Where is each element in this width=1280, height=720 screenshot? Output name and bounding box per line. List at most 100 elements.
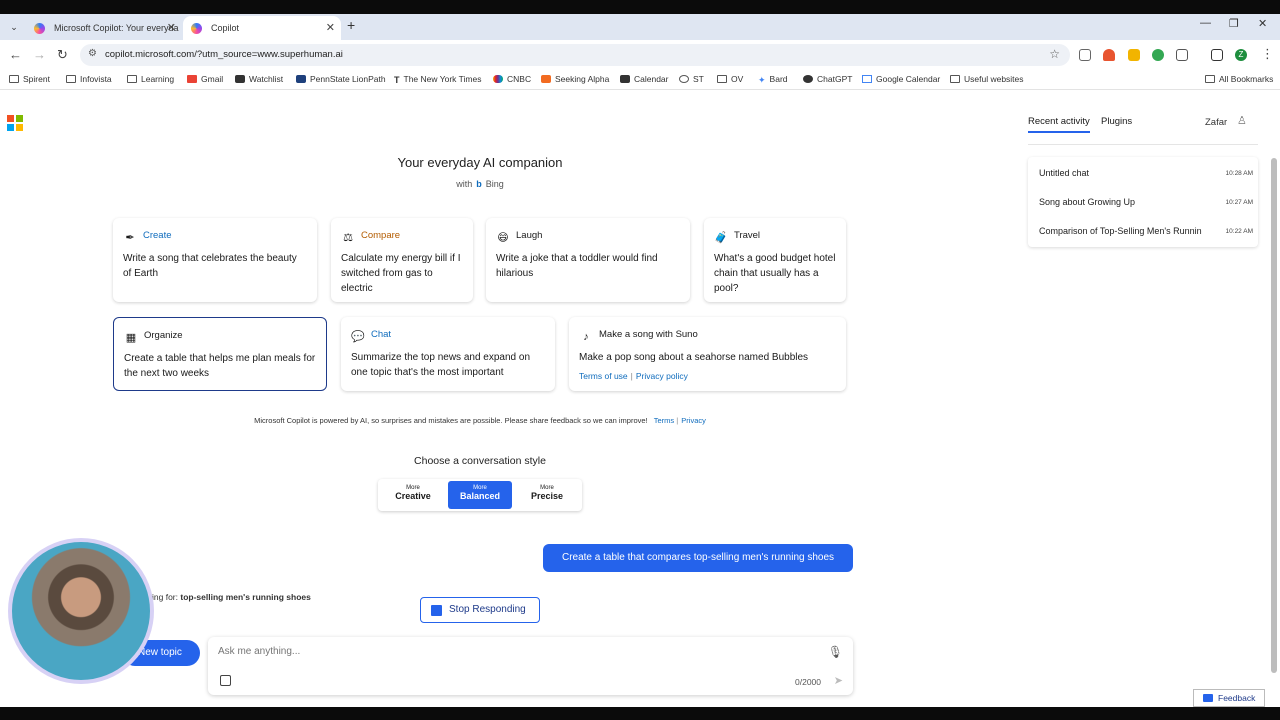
search-status: ing for: top-selling men's running shoes (152, 592, 311, 602)
privacy-policy-link[interactable]: Privacy policy (636, 371, 688, 381)
suggestion-card-laugh[interactable]: 😄 Laugh Write a joke that a toddler would… (486, 218, 690, 302)
watchlist-icon (235, 75, 245, 83)
suggestion-card-travel[interactable]: 🧳 Travel What's a good budget hotel chain… (704, 218, 846, 302)
scale-icon: ⚖ (343, 232, 353, 244)
minimize-icon[interactable]: — (1200, 17, 1211, 29)
profile-avatar[interactable]: Z (1235, 49, 1247, 61)
card-text: Calculate my energy bill if I switched f… (341, 253, 461, 294)
extension-green-icon[interactable] (1152, 49, 1164, 61)
calendar-icon (620, 75, 630, 83)
bookmark-spirent[interactable]: Spirent (9, 74, 50, 84)
style-creative-button[interactable]: More Creative (381, 481, 445, 509)
folder-icon (9, 75, 19, 83)
google-calendar-icon (862, 75, 872, 83)
bookmark-gmail[interactable]: Gmail (187, 74, 223, 84)
bookmark-google-calendar[interactable]: Google Calendar (862, 74, 940, 84)
tab-close-icon[interactable]: ✕ (167, 16, 176, 40)
bookmark-ov[interactable]: OV (717, 74, 743, 84)
tab-copilot[interactable]: Copilot ✕ (183, 16, 341, 40)
side-panel-icon[interactable] (1211, 49, 1223, 61)
forward-arrow-icon[interactable]: → (33, 47, 46, 62)
bookmark-cnbc[interactable]: CNBC (493, 74, 531, 84)
bookmark-seeking-alpha[interactable]: Seeking Alpha (541, 74, 609, 84)
privacy-link[interactable]: Privacy (681, 416, 706, 425)
conversation-style-selector: More Creative More Balanced More Precise (378, 479, 582, 511)
webcam-overlay (8, 538, 154, 684)
user-name[interactable]: Zafar (1205, 117, 1227, 128)
organize-icon: ▦ (125, 332, 137, 344)
folder-icon (1205, 75, 1215, 83)
extension-folder-icon[interactable] (1128, 49, 1140, 61)
restore-icon[interactable]: ❐ (1229, 17, 1239, 30)
new-tab-plus-icon[interactable]: + (347, 17, 355, 33)
tab-title: Microsoft Copilot: Your everyda (54, 23, 179, 33)
microsoft-logo-icon[interactable] (7, 115, 23, 131)
tab-recent-activity[interactable]: Recent activity (1028, 116, 1090, 133)
bookmark-st[interactable]: ST (679, 74, 704, 84)
st-icon (679, 75, 689, 83)
back-arrow-icon[interactable]: ← (9, 47, 22, 62)
magic-wand-icon: ✒ (125, 232, 135, 244)
gmail-icon (187, 75, 197, 83)
ask-input[interactable] (218, 646, 798, 657)
bookmark-all-bookmarks[interactable]: All Bookmarks (1205, 74, 1273, 84)
bookmark-calendar[interactable]: Calendar (620, 74, 669, 84)
tab-strip: ⌄ Microsoft Copilot: Your everyda ✕ Copi… (0, 14, 1280, 40)
tab-search-icon[interactable]: ⌄ (6, 19, 22, 35)
microphone-icon[interactable]: 🎙 (828, 645, 843, 659)
card-category: Laugh (516, 230, 543, 241)
page-scrollbar[interactable] (1270, 98, 1278, 676)
style-precise-button[interactable]: More Precise (515, 481, 579, 509)
suggestion-card-organize[interactable]: ▦ Organize Create a table that helps me p… (113, 317, 327, 391)
window-close-icon[interactable]: ✕ (1258, 17, 1267, 30)
copilot-favicon-icon (34, 23, 45, 34)
tab-microsoft-copilot[interactable]: Microsoft Copilot: Your everyda ✕ (26, 16, 182, 40)
reload-icon[interactable]: ↻ (57, 47, 68, 63)
ai-disclaimer: Microsoft Copilot is powered by AI, so s… (254, 416, 706, 425)
suggestion-card-create[interactable]: ✒ Create Write a song that celebrates the… (113, 218, 317, 302)
folder-icon (950, 75, 960, 83)
bookmark-nytimes[interactable]: T The New York Times (394, 74, 481, 85)
hero-title: Your everyday AI companion (397, 155, 563, 170)
scrollbar-thumb[interactable] (1271, 158, 1277, 673)
bookmark-star-icon[interactable]: ☆ (1049, 47, 1060, 61)
card-category: Organize (144, 330, 183, 341)
card-category: Make a song with Suno (599, 329, 698, 340)
menu-kebab-icon[interactable]: ⋮ (1261, 46, 1274, 62)
bookmark-useful-websites[interactable]: Useful websites (950, 74, 1024, 84)
suggestion-card-chat[interactable]: 💬 Chat Summarize the top news and expand … (341, 317, 555, 391)
send-icon[interactable]: ➤ (834, 674, 843, 687)
bookmark-pennstate[interactable]: PennState LionPath (296, 74, 386, 84)
suggestion-card-suno[interactable]: ♪ Make a song with Suno Make a pop song a… (569, 317, 846, 391)
nytimes-icon: T (394, 75, 400, 85)
recent-item[interactable]: Song about Growing Up 10:27 AM (1039, 197, 1253, 213)
image-search-icon[interactable] (220, 675, 231, 686)
card-text: Write a song that celebrates the beauty … (123, 253, 297, 279)
grin-icon: 😄 (497, 232, 509, 244)
card-category: Chat (371, 329, 392, 340)
tab-plugins[interactable]: Plugins (1101, 116, 1132, 127)
terms-link[interactable]: Terms (654, 416, 674, 425)
recent-item[interactable]: Untitled chat 10:28 AM (1039, 168, 1253, 184)
bookmark-chatgpt[interactable]: ChatGPT (803, 74, 852, 84)
pennstate-icon (296, 75, 306, 83)
tab-close-icon[interactable]: ✕ (326, 16, 335, 40)
suggestion-card-compare[interactable]: ⚖ Compare Calculate my energy bill if I s… (331, 218, 473, 302)
person-icon[interactable]: ♙ (1237, 114, 1247, 127)
bookmark-infovista[interactable]: Infovista (66, 74, 112, 84)
recent-item[interactable]: Comparison of Top-Selling Men's Runnin 1… (1039, 226, 1253, 242)
bookmark-watchlist[interactable]: Watchlist (235, 74, 283, 84)
style-balanced-button[interactable]: More Balanced (448, 481, 512, 509)
extensions-puzzle-icon[interactable] (1176, 49, 1188, 61)
bookmark-bard[interactable]: ✦ Bard (758, 74, 788, 85)
card-text: Summarize the top news and expand on one… (351, 352, 530, 378)
feedback-button[interactable]: Feedback (1193, 689, 1265, 707)
extension-sync-icon[interactable] (1079, 49, 1091, 61)
site-info-icon[interactable]: ⚙ (88, 48, 97, 59)
bookmark-learning[interactable]: Learning (127, 74, 174, 84)
url-field[interactable]: ⚙ copilot.microsoft.com/?utm_source=www.… (80, 44, 1070, 66)
stop-responding-button[interactable]: Stop Responding (420, 597, 540, 623)
extension-cloud-icon[interactable] (1103, 49, 1115, 61)
address-bar: ← → ↻ ⚙ copilot.microsoft.com/?utm_sourc… (0, 40, 1280, 70)
terms-of-use-link[interactable]: Terms of use (579, 371, 628, 381)
